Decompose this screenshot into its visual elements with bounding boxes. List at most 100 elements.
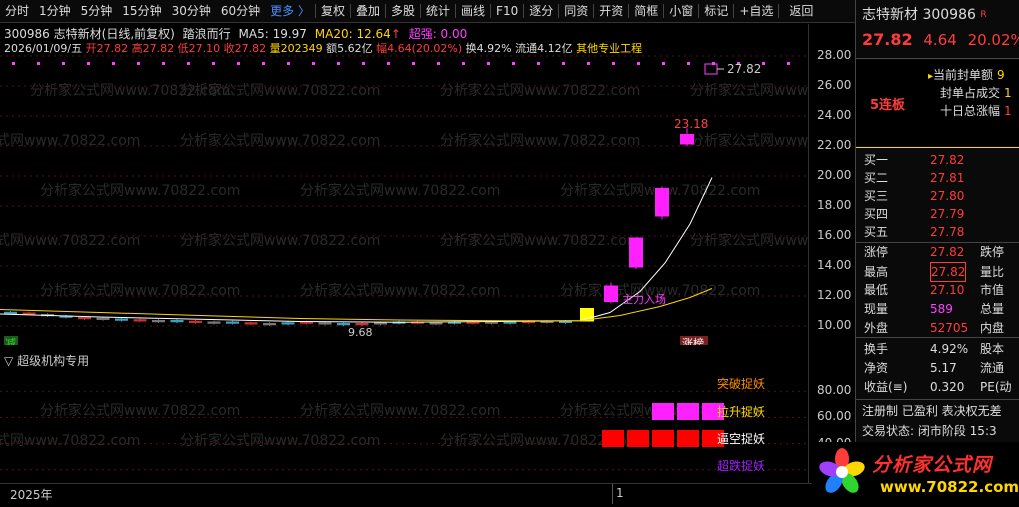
tb-tongzi[interactable]: 同资 <box>559 0 593 23</box>
top-marker <box>437 62 440 65</box>
price-tick: 26.00 <box>817 78 852 92</box>
chaoqiang-value: 超强: 0.00 <box>408 27 468 41</box>
tb-fanhui[interactable]: 返回 <box>779 0 818 23</box>
row-value: 4.92% <box>930 342 969 356</box>
logo-text: 分析家公式网 <box>872 454 993 476</box>
top-marker <box>162 62 165 65</box>
watermark-text: 分析家公式网www.70822.com <box>180 232 380 249</box>
close-value: 27.82 <box>234 42 267 55</box>
row-value: 27.82 <box>930 153 965 167</box>
quote-stock-name: 志特新材 <box>862 7 918 23</box>
fengdan2-label: 封单占成交 <box>940 86 1001 100</box>
watermark-text: 分析家公式网www.70822.com <box>180 82 380 99</box>
top-marker <box>337 62 340 65</box>
tb-f10[interactable]: F10 <box>491 0 523 23</box>
row-label: 现量 <box>864 302 889 316</box>
top-marker <box>237 62 240 65</box>
row-value: 589 <box>930 302 953 316</box>
candle-body <box>226 321 239 324</box>
fin-row: 净资 5.17 流通 <box>864 359 1004 377</box>
change-label: 幅 <box>376 42 388 55</box>
bids-row: 买一 27.82 <box>864 151 980 169</box>
row-label: 涨停 <box>864 245 889 259</box>
tb-duogu[interactable]: 多股 <box>386 0 420 23</box>
price-change: 4.64 <box>923 31 957 49</box>
price-tick: 14.00 <box>817 258 852 272</box>
site-logo: 分析家公式网 www.70822.com <box>812 442 1019 504</box>
row-value: 52705 <box>930 321 969 335</box>
top-marker <box>512 62 515 65</box>
price-tick: 12.00 <box>817 288 852 302</box>
tb-diejia[interactable]: 叠加 <box>351 0 385 23</box>
tb-15min[interactable]: 15分钟 <box>117 0 166 23</box>
indicator-chart[interactable]: 分析家公式网www.70822.com 分析家公式网www.70822.com 分析… <box>0 365 808 483</box>
fin-row: 收益(≡) 0.320 PE(动 <box>864 378 1012 396</box>
kline-chart[interactable]: 分析家公式网www.70822.com 分析家公式网www.70822.com 分析… <box>0 55 808 345</box>
top-marker <box>537 62 540 65</box>
watermark-text: 分析家公式网www.70822.com <box>0 432 140 449</box>
tb-kaizi[interactable]: 开资 <box>594 0 628 23</box>
high-label: 高 <box>131 42 143 55</box>
month-divider <box>612 484 613 504</box>
indicator-name: 踏浪而行 <box>182 27 231 41</box>
row-right-label: 股本 <box>980 342 1005 356</box>
tb-xiaochuang[interactable]: 小窗 <box>664 0 698 23</box>
candle-body <box>263 323 276 326</box>
volume-value: 202349 <box>280 42 323 55</box>
zhangbang-label: 涨榜 <box>682 336 704 345</box>
tb-jiankuang[interactable]: 简框 <box>629 0 663 23</box>
candle-body <box>680 134 694 145</box>
watermark-text: 分析家公式网www.70822.com <box>180 132 380 149</box>
divider <box>856 399 1019 400</box>
row-value: 27.81 <box>930 171 965 185</box>
lasheng-label: 拉升捉妖 <box>717 404 765 419</box>
row-label: 最低 <box>864 283 889 297</box>
bids-row: 买三 27.80 <box>864 187 980 205</box>
bikong-block <box>627 430 649 447</box>
tb-zixuan[interactable]: +自选 <box>734 0 778 23</box>
tb-huaxian[interactable]: 画线 <box>456 0 490 23</box>
tb-60min[interactable]: 60分钟 <box>216 0 265 23</box>
tb-more[interactable]: 更多 〉 <box>265 0 315 23</box>
tb-zhufen[interactable]: 逐分 <box>524 0 558 23</box>
month-label: 1 <box>616 486 624 500</box>
indicator-tick: 60.00 <box>817 409 852 424</box>
row-label: 收益(≡) <box>864 380 908 394</box>
top-marker <box>362 62 365 65</box>
tb-tongji[interactable]: 统计 <box>421 0 455 23</box>
tb-fuquan[interactable]: 复权 <box>316 0 350 23</box>
bids-row: 买四 27.79 <box>864 205 980 223</box>
up-arrow-icon: ↑ <box>390 27 401 41</box>
fengdan-value: 9 <box>997 68 1005 82</box>
row-right-label: 量比 <box>980 265 1005 279</box>
sector-link[interactable]: 其他专业工程 <box>576 42 642 55</box>
top-marker <box>387 62 390 65</box>
tupo-label: 突破捉妖 <box>717 376 765 391</box>
chart-toolbar: 分时 1分钟 5分钟 15分钟 30分钟 60分钟 更多 〉 复权 叠加 多股 … <box>0 0 855 23</box>
tb-biaoji[interactable]: 标记 <box>699 0 733 23</box>
tb-5min[interactable]: 5分钟 <box>76 0 118 23</box>
bids-row: 买二 27.81 <box>864 169 980 187</box>
change-value: 4.64(20.02%) <box>387 42 463 55</box>
row-label: 买三 <box>864 189 889 203</box>
watermark-text: 分析家公式网www.70822.com <box>40 182 240 199</box>
tb-1min[interactable]: 1分钟 <box>34 0 76 23</box>
top-marker <box>12 62 15 65</box>
lasheng-block <box>652 403 674 420</box>
price-tick: 18.00 <box>817 198 852 212</box>
last-price: 27.82 <box>862 30 913 49</box>
tb-30min[interactable]: 30分钟 <box>167 0 216 23</box>
divider <box>856 147 1019 148</box>
high-23-label: 23.18 <box>674 117 708 131</box>
price-tick: 16.00 <box>817 228 852 242</box>
status-row: 交易状态: 闭市阶段 15:3 <box>862 424 997 438</box>
row-value: 27.80 <box>930 189 965 203</box>
stats-row: 涨停 27.82 跌停 <box>864 243 1004 261</box>
candle-body <box>244 322 258 325</box>
tb-fenshi[interactable]: 分时 <box>0 0 34 23</box>
top-marker <box>287 62 290 65</box>
low-value: 27.10 <box>188 42 221 55</box>
candle-body <box>318 322 332 325</box>
reg-row: 注册制 已盈利 表决权无差 <box>862 404 1002 418</box>
row-value: 27.78 <box>930 225 965 239</box>
